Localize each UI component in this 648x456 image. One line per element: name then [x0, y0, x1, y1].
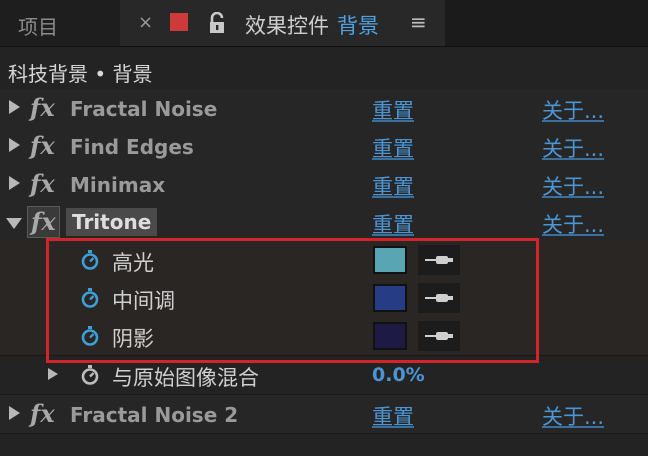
eyedropper-button[interactable] — [418, 321, 460, 351]
panel-menu-icon[interactable]: ≡ — [410, 10, 427, 34]
property-row: 高光 — [0, 241, 648, 280]
effect-row[interactable]: fx Minimax 重置 关于... — [0, 165, 648, 204]
eyedropper-icon — [425, 294, 453, 302]
property-row: 与原始图像混合 0.0% — [0, 356, 648, 394]
about-link[interactable]: 关于... — [542, 95, 604, 125]
stopwatch-icon[interactable] — [80, 326, 100, 346]
layer-label-color-swatch — [170, 13, 188, 31]
reset-link[interactable]: 重置 — [372, 401, 414, 431]
property-label: 阴影 — [112, 327, 154, 351]
eyedropper-icon — [425, 256, 453, 264]
panel-title: 效果控件 背景 — [245, 10, 379, 40]
effect-row[interactable]: fx Fractal Noise 重置 关于... — [0, 89, 648, 128]
effect-name[interactable]: Minimax — [70, 173, 165, 197]
about-link[interactable]: 关于... — [542, 209, 604, 239]
blend-value[interactable]: 0.0% — [372, 364, 425, 386]
lock-icon[interactable] — [207, 12, 227, 34]
tab-project-label: 项目 — [18, 15, 58, 39]
stopwatch-icon[interactable] — [80, 288, 100, 308]
property-label: 与原始图像混合 — [112, 366, 259, 390]
color-swatch[interactable] — [373, 322, 407, 350]
effect-row[interactable]: fx Fractal Noise 2 重置 关于... — [0, 394, 648, 434]
about-link[interactable]: 关于... — [542, 401, 604, 431]
effect-name[interactable]: Find Edges — [70, 135, 194, 159]
color-swatch[interactable] — [373, 246, 407, 274]
effect-name[interactable]: Fractal Noise — [70, 97, 217, 121]
property-row: 阴影 — [0, 317, 648, 356]
expand-triangle-icon[interactable] — [9, 138, 20, 152]
expand-triangle-icon[interactable] — [9, 100, 20, 114]
eyedropper-icon — [425, 332, 453, 340]
expand-triangle-icon[interactable] — [9, 176, 20, 190]
reset-link[interactable]: 重置 — [372, 171, 414, 201]
fx-toggle-icon[interactable]: fx — [30, 93, 55, 122]
property-row: 中间调 — [0, 279, 648, 318]
reset-link[interactable]: 重置 — [372, 209, 414, 239]
collapse-triangle-icon[interactable] — [6, 218, 22, 229]
breadcrumb: 科技背景 • 背景 — [8, 62, 153, 86]
eyedropper-button[interactable] — [418, 245, 460, 275]
panel-title-label: 效果控件 — [245, 14, 329, 38]
property-label: 中间调 — [112, 289, 175, 313]
expand-triangle-icon[interactable] — [48, 368, 58, 380]
tab-project[interactable]: 项目 — [0, 0, 120, 46]
expand-triangle-icon[interactable] — [9, 406, 20, 420]
fx-toggle-icon[interactable]: fx — [27, 206, 60, 238]
layer-name: 背景 — [337, 14, 379, 38]
fx-toggle-icon[interactable]: fx — [30, 131, 55, 160]
about-link[interactable]: 关于... — [542, 133, 604, 163]
effect-name[interactable]: Fractal Noise 2 — [70, 403, 238, 427]
property-label: 高光 — [112, 251, 154, 275]
fx-toggle-icon[interactable]: fx — [30, 169, 55, 198]
close-icon[interactable]: × — [138, 12, 153, 33]
fx-toggle-icon[interactable]: fx — [30, 399, 55, 428]
effect-row-selected[interactable]: fx Tritone 重置 关于... — [0, 203, 648, 242]
stopwatch-icon[interactable] — [80, 250, 100, 270]
effect-name[interactable]: Tritone — [66, 208, 158, 236]
effect-row[interactable]: fx Find Edges 重置 关于... — [0, 127, 648, 166]
eyedropper-button[interactable] — [418, 283, 460, 313]
reset-link[interactable]: 重置 — [372, 133, 414, 163]
about-link[interactable]: 关于... — [542, 171, 604, 201]
panel-tab-bar: 项目 × 效果控件 背景 ≡ — [0, 0, 648, 47]
reset-link[interactable]: 重置 — [372, 95, 414, 125]
color-swatch[interactable] — [373, 284, 407, 312]
stopwatch-icon[interactable] — [80, 365, 100, 385]
